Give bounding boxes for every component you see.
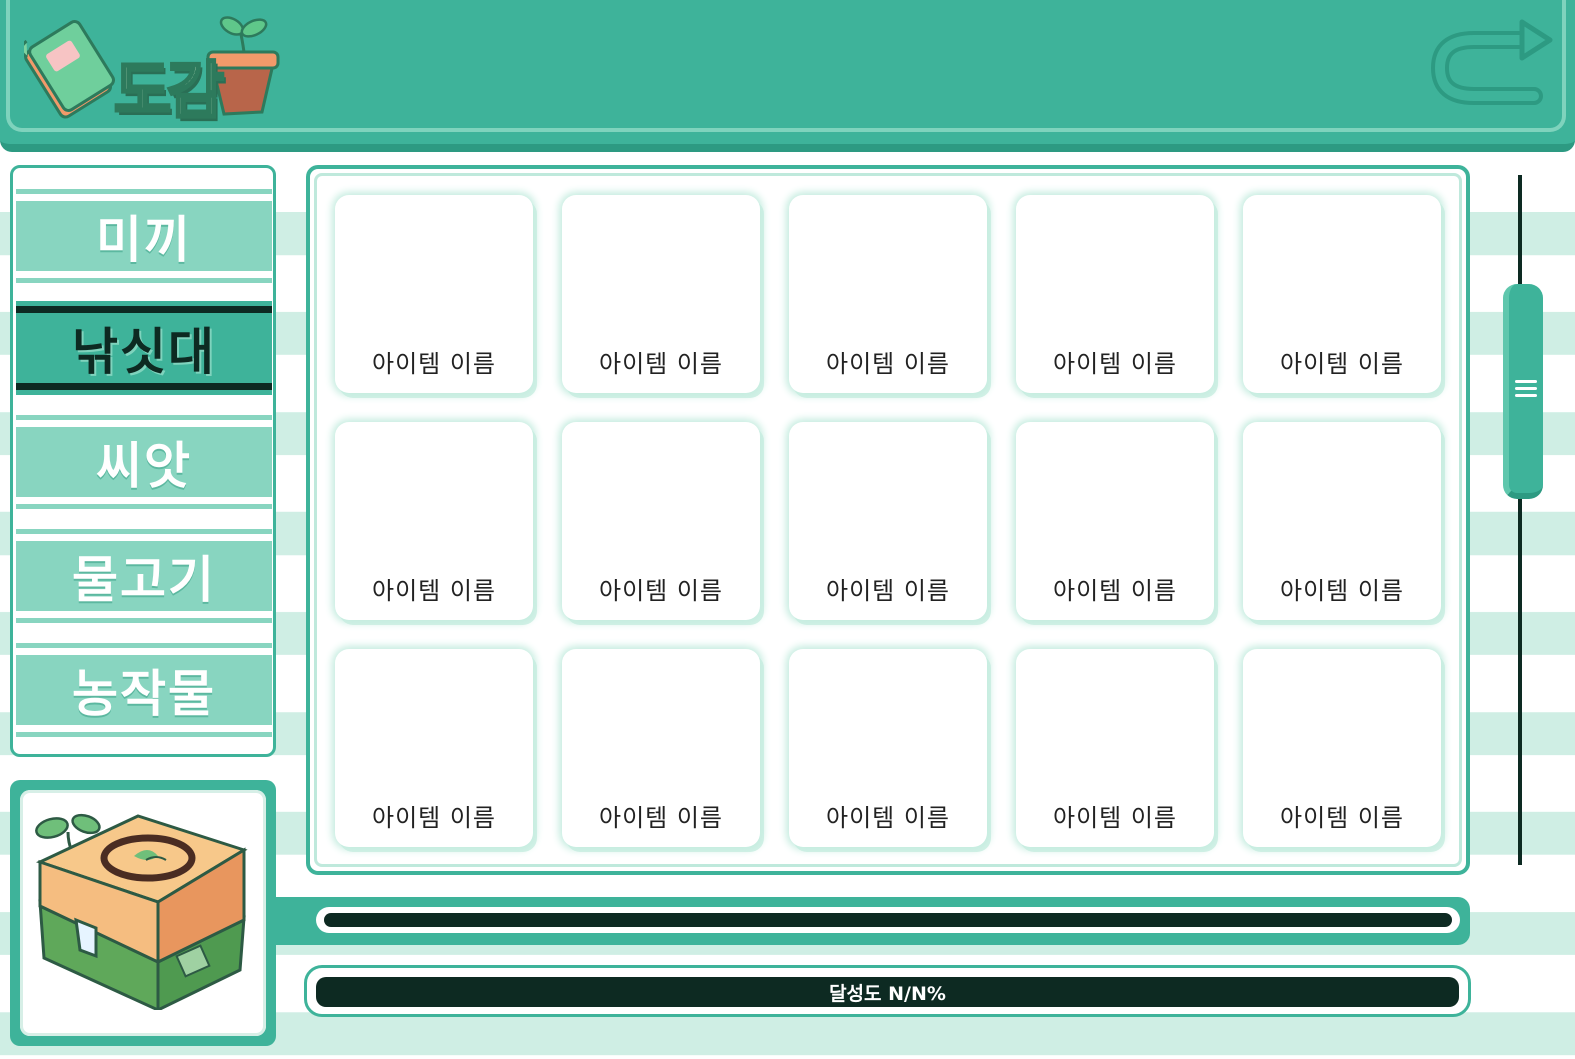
item-card[interactable]: 아이템 이름 [562,195,760,393]
item-name: 아이템 이름 [598,577,724,605]
encyclopedia-logo: 도감 [19,8,284,129]
completion-progress: 달성도 N/N% [304,965,1471,1017]
category-tab-fishing-rod[interactable]: 낚싯대 [16,306,272,390]
item-card[interactable]: 아이템 이름 [789,422,987,620]
item-preview-panel [10,780,276,1046]
item-name: 아이템 이름 [1279,350,1405,378]
item-name: 아이템 이름 [825,804,951,832]
item-name: 아이템 이름 [371,350,497,378]
item-name: 아이템 이름 [1052,350,1178,378]
category-tab-bait[interactable]: 미끼 [16,194,272,278]
category-label: 씨앗 [96,437,192,495]
category-label: 물고기 [72,551,216,609]
seed-box-icon [35,813,248,1010]
grip-icon [1515,380,1537,401]
category-tab-seed[interactable]: 씨앗 [16,420,272,504]
item-card[interactable]: 아이템 이름 [1243,422,1441,620]
item-name: 아이템 이름 [1279,804,1405,832]
category-tab-fish[interactable]: 물고기 [16,534,272,618]
item-card[interactable]: 아이템 이름 [1016,195,1214,393]
item-card[interactable]: 아이템 이름 [1016,422,1214,620]
category-panel: 미끼 낚싯대 씨앗 물고기 농작물 [10,165,276,757]
completion-bar: 달성도 N/N% [316,977,1459,1007]
item-name: 아이템 이름 [598,804,724,832]
category-label: 농작물 [72,665,216,723]
item-card[interactable]: 아이템 이름 [1016,649,1214,847]
horizontal-scroll-bar [276,897,1470,945]
item-card[interactable]: 아이템 이름 [789,195,987,393]
category-label: 낚싯대 [72,323,216,381]
back-button[interactable] [1430,18,1558,106]
item-card[interactable]: 아이템 이름 [335,649,533,847]
item-card[interactable]: 아이템 이름 [562,422,760,620]
item-grid-panel: 아이템 이름 아이템 이름 아이템 이름 아이템 이름 아이템 이름 아이템 이… [306,165,1470,875]
item-name: 아이템 이름 [1052,804,1178,832]
category-tab-crops[interactable]: 농작물 [16,648,272,732]
item-card[interactable]: 아이템 이름 [335,422,533,620]
item-card[interactable]: 아이템 이름 [562,649,760,847]
horizontal-scroll-track[interactable] [316,907,1460,933]
item-card[interactable]: 아이템 이름 [1243,649,1441,847]
header-bar: 도감 [0,0,1575,152]
return-arrow-icon [1430,19,1553,105]
item-name: 아이템 이름 [825,350,951,378]
horizontal-scroll-thumb[interactable] [324,913,1452,927]
item-preview-frame [20,790,266,1036]
item-name: 아이템 이름 [371,577,497,605]
item-card[interactable]: 아이템 이름 [789,649,987,847]
vertical-scroll-track[interactable] [1518,175,1522,865]
item-name: 아이템 이름 [825,577,951,605]
category-label: 미끼 [96,211,192,269]
page-title: 도감 [112,53,225,129]
item-name: 아이템 이름 [371,804,497,832]
item-name: 아이템 이름 [598,350,724,378]
item-name: 아이템 이름 [1052,577,1178,605]
completion-label: 달성도 N/N% [829,982,946,1005]
item-card[interactable]: 아이템 이름 [335,195,533,393]
item-card[interactable]: 아이템 이름 [1243,195,1441,393]
vertical-scroll-thumb[interactable] [1503,284,1543,499]
item-name: 아이템 이름 [1279,577,1405,605]
